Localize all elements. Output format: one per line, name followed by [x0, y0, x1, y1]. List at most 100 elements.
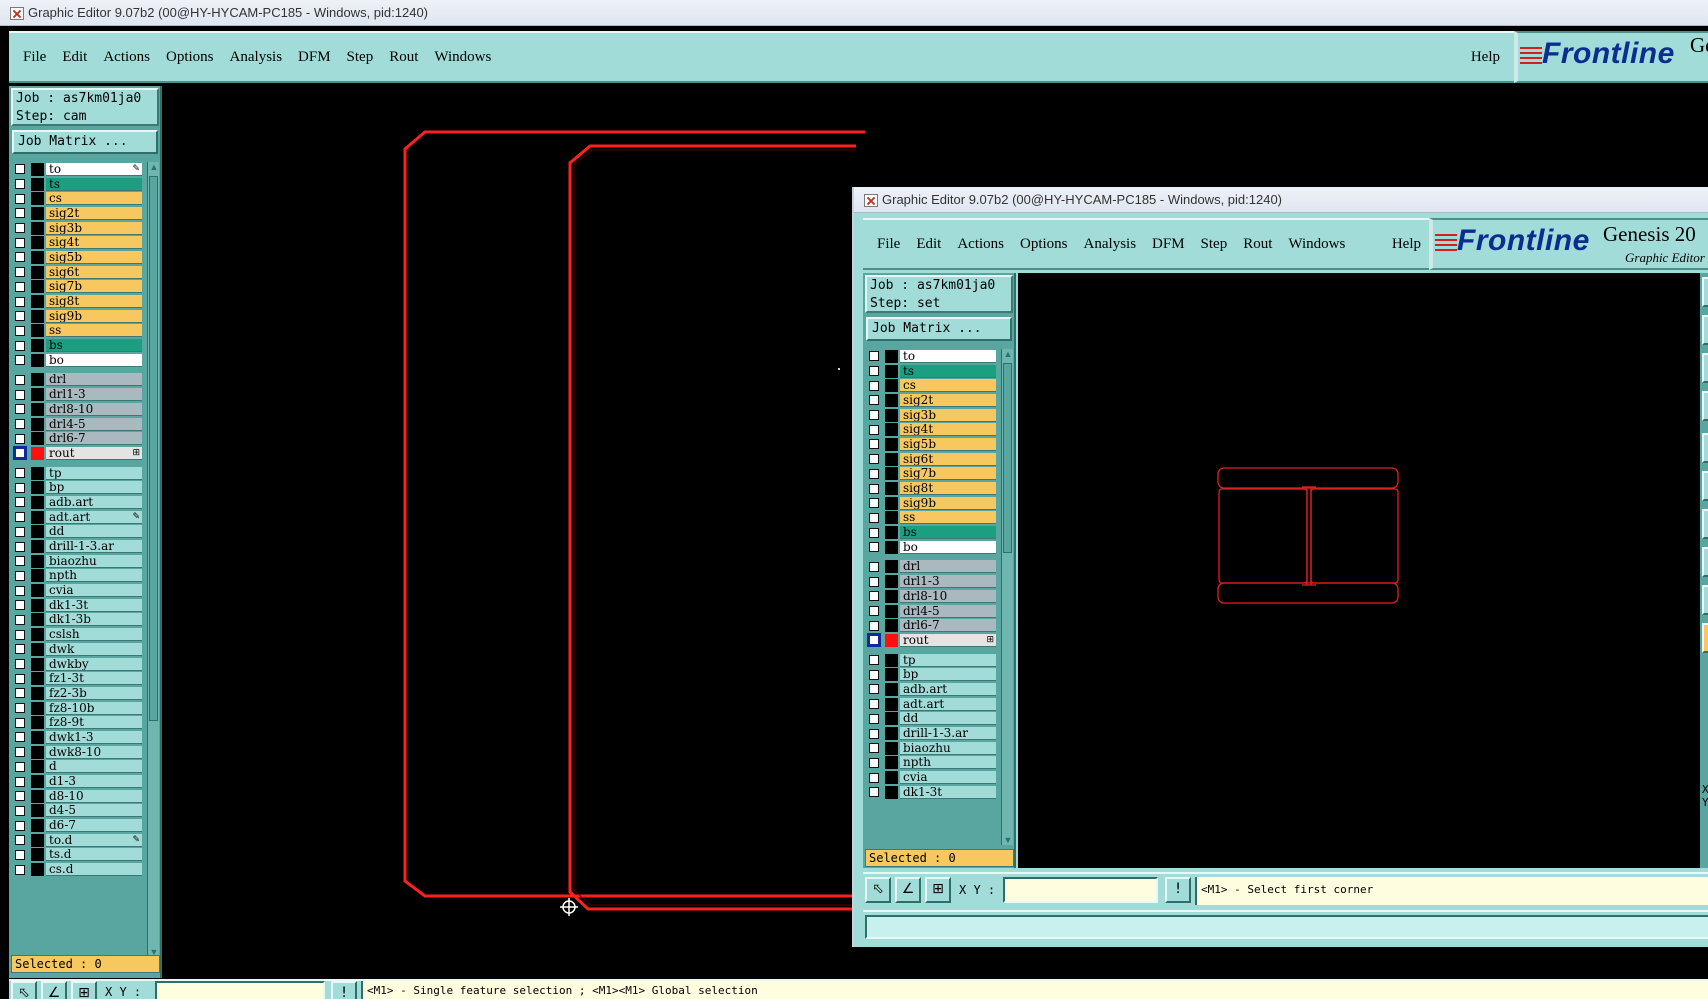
- layer-color-swatch[interactable]: [885, 393, 898, 407]
- layer-checkbox[interactable]: [869, 669, 879, 680]
- layer-color-swatch[interactable]: [885, 452, 898, 466]
- layer-color-swatch[interactable]: [885, 437, 898, 451]
- second-scroll-thumb[interactable]: [1003, 363, 1012, 553]
- layer-row-dd[interactable]: dd: [866, 712, 996, 727]
- layer-color-swatch[interactable]: [885, 771, 898, 785]
- layer-row-bp[interactable]: bp: [866, 667, 996, 682]
- layer-row-rout[interactable]: rout ⊞: [866, 633, 996, 648]
- right-tool-6-icon[interactable]: [1702, 471, 1708, 501]
- second-menu-rout[interactable]: Rout: [1243, 236, 1272, 253]
- layer-color-swatch[interactable]: [885, 575, 898, 589]
- layer-color-swatch[interactable]: [885, 560, 898, 574]
- second-title-bar[interactable]: Graphic Editor 9.07b2 (00@HY-HYCAM-PC185…: [854, 187, 1708, 213]
- right-tool-2-icon[interactable]: [1702, 315, 1708, 345]
- layer-row-sig9b[interactable]: sig9b: [866, 496, 996, 511]
- layer-checkbox[interactable]: [869, 684, 879, 695]
- layer-checkbox[interactable]: [869, 757, 879, 768]
- second-menu-step[interactable]: Step: [1201, 236, 1228, 253]
- layer-row-ss[interactable]: ss: [866, 511, 996, 526]
- layer-checkbox[interactable]: [869, 606, 879, 617]
- right-tool-3-icon[interactable]: [1702, 353, 1708, 383]
- second-scroll-down-arrow[interactable]: ▼: [1002, 835, 1014, 845]
- second-job-matrix-button[interactable]: Job Matrix ...: [866, 317, 1012, 341]
- main-info-icon[interactable]: !: [331, 981, 357, 999]
- layer-row-drl1-3[interactable]: drl1-3: [866, 574, 996, 589]
- main-tool-grid-icon[interactable]: ⊞: [71, 981, 97, 999]
- layer-checkbox[interactable]: [869, 468, 879, 479]
- layer-checkbox[interactable]: [869, 743, 879, 754]
- second-info-icon[interactable]: !: [1165, 877, 1191, 903]
- layer-checkbox[interactable]: [869, 366, 879, 377]
- layer-checkbox[interactable]: [869, 410, 879, 421]
- layer-checkbox[interactable]: [869, 512, 879, 523]
- layer-checkbox[interactable]: [869, 561, 879, 572]
- layer-color-swatch[interactable]: [885, 668, 898, 682]
- layer-color-swatch[interactable]: [885, 633, 898, 647]
- layer-checkbox[interactable]: [869, 351, 879, 362]
- layer-row-sig4t[interactable]: sig4t: [866, 422, 996, 437]
- layer-row-bs[interactable]: bs: [866, 525, 996, 540]
- layer-checkbox[interactable]: [869, 439, 879, 450]
- layer-row-bo[interactable]: bo: [866, 540, 996, 555]
- second-menu-dfm[interactable]: DFM: [1152, 236, 1185, 253]
- right-tool-7-icon[interactable]: [1702, 509, 1708, 539]
- layer-color-swatch[interactable]: [885, 741, 898, 755]
- layer-color-swatch[interactable]: [885, 349, 898, 363]
- layer-checkbox[interactable]: [869, 527, 879, 538]
- layer-row-dk1-3t[interactable]: dk1-3t: [866, 785, 996, 800]
- layer-checkbox[interactable]: [869, 699, 879, 710]
- layer-color-swatch[interactable]: [885, 364, 898, 378]
- layer-row-sig8t[interactable]: sig8t: [866, 481, 996, 496]
- layer-color-swatch[interactable]: [885, 482, 898, 496]
- second-tool-angle-icon[interactable]: ∠: [895, 877, 921, 903]
- layer-row-sig5b[interactable]: sig5b: [866, 437, 996, 452]
- second-menu-analysis[interactable]: Analysis: [1084, 236, 1137, 253]
- second-scroll-up-arrow[interactable]: ▲: [1002, 349, 1014, 359]
- layer-checkbox[interactable]: [869, 772, 879, 783]
- layer-color-swatch[interactable]: [885, 511, 898, 525]
- layer-row-tp[interactable]: tp: [866, 653, 996, 668]
- main-tool-arrow-icon[interactable]: ⬁: [11, 981, 37, 999]
- layer-color-swatch[interactable]: [885, 526, 898, 540]
- layer-checkbox[interactable]: [869, 454, 879, 465]
- layer-checkbox[interactable]: [869, 591, 879, 602]
- right-tool-8-icon[interactable]: [1702, 547, 1708, 577]
- second-help-menu[interactable]: Help: [1392, 236, 1421, 253]
- layer-color-swatch[interactable]: [885, 785, 898, 799]
- layer-row-drill-1-3.ar[interactable]: drill-1-3.ar: [866, 726, 996, 741]
- layer-row-drl[interactable]: drl: [866, 560, 996, 575]
- layer-checkbox[interactable]: [869, 380, 879, 391]
- layer-color-swatch[interactable]: [885, 756, 898, 770]
- layer-row-drl4-5[interactable]: drl4-5: [866, 604, 996, 619]
- layer-checkbox[interactable]: [869, 576, 879, 587]
- second-xy-input[interactable]: [1003, 877, 1158, 903]
- right-tool-4-icon[interactable]: [1702, 391, 1708, 421]
- layer-checkbox[interactable]: [869, 655, 879, 666]
- layer-color-swatch[interactable]: [885, 496, 898, 510]
- layer-row-sig2t[interactable]: sig2t: [866, 393, 996, 408]
- layer-checkbox[interactable]: [869, 713, 879, 724]
- layer-row-drl6-7[interactable]: drl6-7: [866, 618, 996, 633]
- layer-color-swatch[interactable]: [885, 712, 898, 726]
- right-tool-9-icon[interactable]: [1702, 585, 1708, 615]
- layer-row-adt.art[interactable]: adt.art: [866, 697, 996, 712]
- right-tool-pointer-icon[interactable]: [1702, 623, 1708, 653]
- second-tool-arrow-icon[interactable]: ⬁: [865, 877, 891, 903]
- layer-color-swatch[interactable]: [885, 467, 898, 481]
- second-menu-windows[interactable]: Windows: [1288, 236, 1345, 253]
- layer-color-swatch[interactable]: [885, 682, 898, 696]
- layer-row-biaozhu[interactable]: biaozhu: [866, 741, 996, 756]
- layer-checkbox[interactable]: [869, 424, 879, 435]
- layer-checkbox[interactable]: [869, 728, 879, 739]
- layer-color-swatch[interactable]: [885, 604, 898, 618]
- layer-color-swatch[interactable]: [885, 653, 898, 667]
- layer-checkbox[interactable]: [869, 620, 879, 631]
- second-layer-scrollbar[interactable]: ▲ ▼: [1001, 349, 1013, 845]
- layer-row-cs[interactable]: cs: [866, 378, 996, 393]
- layer-checkbox[interactable]: [869, 483, 879, 494]
- layer-color-swatch[interactable]: [885, 423, 898, 437]
- layer-row-npth[interactable]: npth: [866, 756, 996, 771]
- layer-checkbox[interactable]: [869, 498, 879, 509]
- layer-color-swatch[interactable]: [885, 727, 898, 741]
- layer-row-ts[interactable]: ts: [866, 364, 996, 379]
